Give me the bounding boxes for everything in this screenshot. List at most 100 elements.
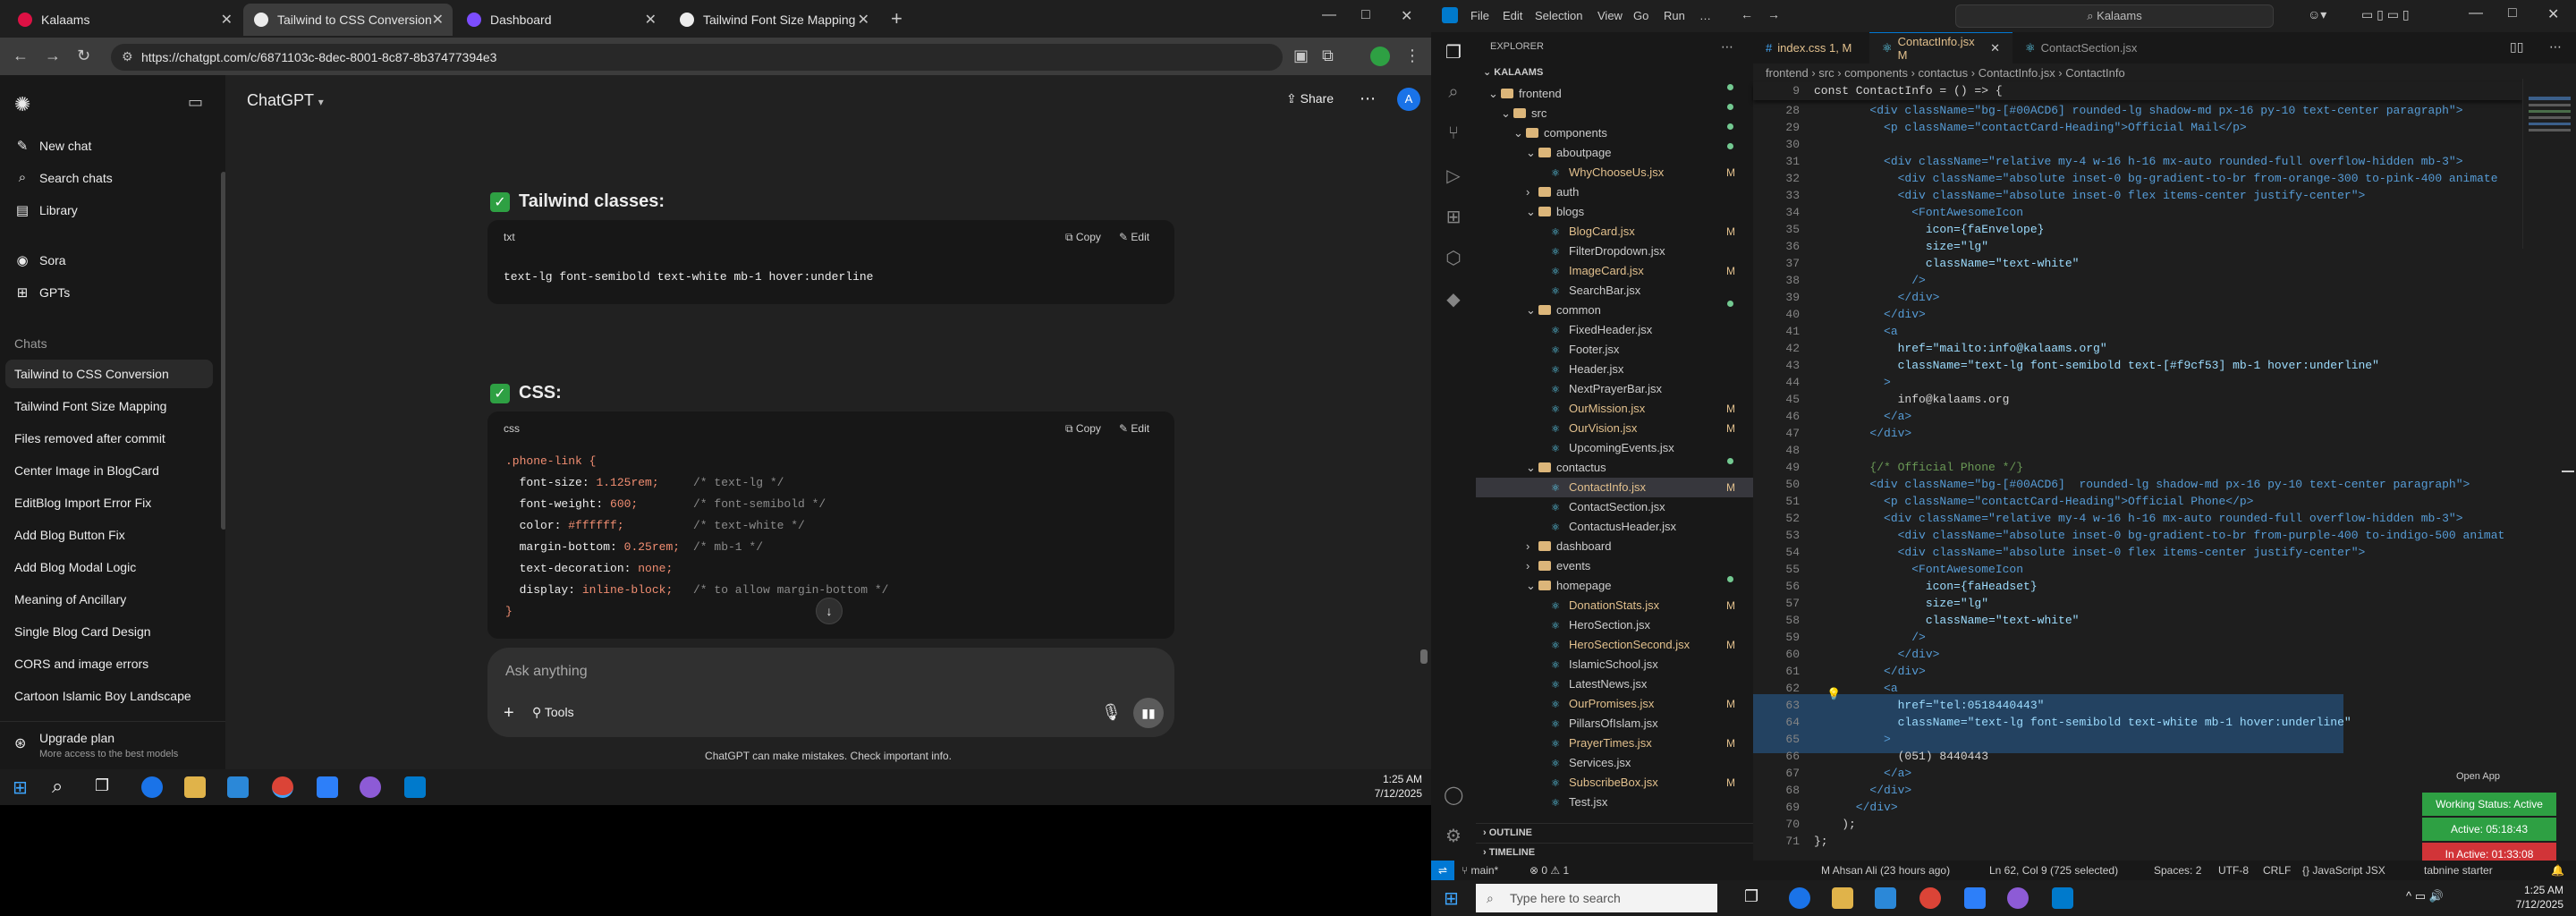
close-tab-icon[interactable]: ✕ xyxy=(1990,41,2000,55)
notifications-icon[interactable]: 🔔 xyxy=(2551,864,2564,877)
windows-start-icon[interactable]: ⊞ xyxy=(1444,887,1459,910)
new-tab-icon[interactable]: + xyxy=(891,7,902,30)
task-view-icon[interactable]: ❐ xyxy=(95,776,109,795)
sidebar-sora[interactable]: ◉ Sora xyxy=(14,252,65,268)
extensions-icon[interactable]: ⊞ xyxy=(1444,206,1463,227)
tools-button[interactable]: ⚲ Tools xyxy=(532,705,574,720)
account-icon[interactable]: ◯ xyxy=(1444,784,1463,805)
tree-file[interactable]: ⚛ SubscribeBox.jsx M xyxy=(1476,773,1753,793)
tree-file[interactable]: ⚛ ContactInfo.jsx M xyxy=(1476,478,1753,497)
task-view-icon[interactable]: ❐ xyxy=(1744,887,1758,906)
windows-start-icon[interactable]: ⊞ xyxy=(13,776,28,799)
more-options-icon[interactable]: ⋯ xyxy=(1360,89,1376,108)
split-editor-icon[interactable]: ▯▯ xyxy=(2510,39,2523,55)
code-line[interactable]: /> xyxy=(1814,274,1926,287)
code-line[interactable]: (051) 8440443 xyxy=(1814,750,1988,763)
timeline-section[interactable]: › TIMELINE xyxy=(1476,843,1753,862)
edit-button[interactable]: ✎ Edit xyxy=(1119,231,1149,243)
tree-folder[interactable]: ⌄ frontend xyxy=(1476,84,1753,104)
tree-file[interactable]: ⚛ HeroSection.jsx xyxy=(1476,615,1753,635)
code-line[interactable]: className="text-white" xyxy=(1814,614,2080,627)
tree-file[interactable]: ⚛ ContactSection.jsx xyxy=(1476,497,1753,517)
code-line[interactable]: <p className="contactCard-Heading">Offic… xyxy=(1814,121,2247,134)
vscode-icon[interactable] xyxy=(404,776,426,798)
code-line[interactable]: </div> xyxy=(1814,291,1940,304)
tree-file[interactable]: ⚛ OurMission.jsx M xyxy=(1476,399,1753,419)
prompt-input[interactable]: Ask anything xyxy=(505,664,588,680)
menu-more[interactable]: … xyxy=(1699,9,1711,22)
code-line[interactable]: </div> xyxy=(1814,427,1911,440)
scroll-down-icon[interactable]: ↓ xyxy=(816,598,843,624)
working-status-badge[interactable]: Working Status: Active xyxy=(2422,793,2556,816)
system-tray-icons[interactable]: ^ ▭ 🔊 xyxy=(2406,889,2444,903)
microphone-icon[interactable]: 🎙 xyxy=(1101,703,1122,722)
menu-go[interactable]: Go xyxy=(1633,9,1648,22)
search-icon[interactable]: ⌕ xyxy=(1444,82,1463,102)
tab-font-size-mapping[interactable]: Tailwind Font Size Mapping ✕ xyxy=(669,4,878,36)
code-line[interactable]: href="mailto:info@kalaams.org" xyxy=(1814,342,2107,355)
tree-file[interactable]: ⚛ PrayerTimes.jsx M xyxy=(1476,734,1753,753)
tab-index-css[interactable]: # index.css 1, M xyxy=(1753,32,1869,64)
tree-folder[interactable]: ⌄ aboutpage xyxy=(1476,143,1753,163)
encoding[interactable]: UTF-8 xyxy=(2218,864,2249,877)
sidebar-gpts[interactable]: ⊞ GPTs xyxy=(14,284,71,301)
tree-folder[interactable]: › events xyxy=(1476,556,1753,576)
sticky-scroll[interactable]: 9 const ContactInfo = () => { xyxy=(1753,82,2522,100)
maximize-icon[interactable]: □ xyxy=(2508,5,2517,21)
nav-back-icon[interactable]: ← xyxy=(1741,7,1753,21)
indentation[interactable]: Spaces: 2 xyxy=(2154,864,2201,877)
file-explorer-icon[interactable] xyxy=(184,776,206,798)
line-ending[interactable]: CRLF xyxy=(2263,864,2291,877)
code-line[interactable]: href="tel:0518440443" xyxy=(1814,699,2045,712)
code-line[interactable]: /> xyxy=(1814,631,1926,644)
language-mode[interactable]: {} JavaScript JSX xyxy=(2302,864,2385,877)
tabnine-status[interactable]: tabnine starter xyxy=(2424,864,2493,877)
copilot-icon[interactable]: ☺▾ xyxy=(2308,7,2326,22)
tab-dashboard[interactable]: Dashboard ✕ xyxy=(456,4,665,36)
tree-file[interactable]: ⚛ Services.jsx xyxy=(1476,753,1753,773)
chat-item[interactable]: Meaning of Ancillary xyxy=(14,592,126,606)
open-app-link[interactable]: Open App xyxy=(2456,771,2500,782)
extensions-puzzle-icon[interactable]: ⧉ xyxy=(1322,47,1334,65)
code-line[interactable]: </a> xyxy=(1814,410,1911,423)
code-line[interactable]: <div className="bg-[#00ACD6] rounded-lg … xyxy=(1814,478,2470,491)
store-icon[interactable] xyxy=(1875,887,1896,909)
tree-file[interactable]: ⚛ BlogCard.jsx M xyxy=(1476,222,1753,242)
github-icon[interactable] xyxy=(2007,887,2029,909)
avatar[interactable]: A xyxy=(1397,88,1420,111)
menu-file[interactable]: File xyxy=(1470,9,1489,22)
tree-folder[interactable]: ⌄ contactus xyxy=(1476,458,1753,478)
github-icon[interactable] xyxy=(360,776,381,798)
code-line[interactable]: <div className="absolute inset-0 bg-grad… xyxy=(1814,172,2498,185)
code-line[interactable]: <div className="bg-[#00ACD6] rounded-lg … xyxy=(1814,104,2462,117)
forward-icon[interactable]: → xyxy=(45,47,61,65)
tree-file[interactable]: ⚛ HeroSectionSecond.jsx M xyxy=(1476,635,1753,655)
remote-indicator-icon[interactable]: ⇌ xyxy=(1431,861,1454,880)
code-line[interactable]: > xyxy=(1814,733,1891,746)
reload-icon[interactable]: ↻ xyxy=(77,47,90,65)
vscode-blue-icon[interactable] xyxy=(317,776,338,798)
address-bar[interactable]: ⚙ https://chatgpt.com/c/6871103c-8dec-80… xyxy=(111,44,1283,71)
code-line[interactable]: className="text-white" xyxy=(1814,257,2080,270)
back-icon[interactable]: ← xyxy=(13,47,29,65)
menu-selection[interactable]: Selection xyxy=(1535,9,1582,22)
more-actions-icon[interactable]: ⋯ xyxy=(1721,39,1733,55)
chat-item[interactable]: Tailwind to CSS Conversion xyxy=(5,360,213,388)
vscode-blue-icon[interactable] xyxy=(1964,887,1986,909)
main-scrollbar[interactable] xyxy=(1420,649,1428,664)
lightbulb-icon[interactable]: 💡 xyxy=(1826,687,1841,701)
close-tab-icon[interactable]: ✕ xyxy=(858,11,869,29)
code-line[interactable]: icon={faEnvelope} xyxy=(1814,223,2045,236)
tree-file[interactable]: ⚛ OurPromises.jsx M xyxy=(1476,694,1753,714)
code-line[interactable]: {/* Official Phone */} xyxy=(1814,461,2023,474)
code-line[interactable]: icon={faHeadset} xyxy=(1814,580,2038,593)
code-line[interactable]: </div> xyxy=(1814,665,1926,678)
tree-folder[interactable]: › dashboard xyxy=(1476,537,1753,556)
chrome-icon[interactable] xyxy=(1919,887,1941,909)
extension-icon[interactable]: ▣ xyxy=(1293,47,1309,65)
breadcrumb[interactable]: frontend › src › components › contactus … xyxy=(1766,66,2125,80)
add-icon[interactable]: + xyxy=(504,703,514,724)
problems-indicator[interactable]: ⊗ 0 ⚠ 1 xyxy=(1530,864,1569,877)
more-actions-icon[interactable]: ⋯ xyxy=(2549,39,2562,55)
search-icon[interactable]: ⌕ xyxy=(52,775,63,798)
